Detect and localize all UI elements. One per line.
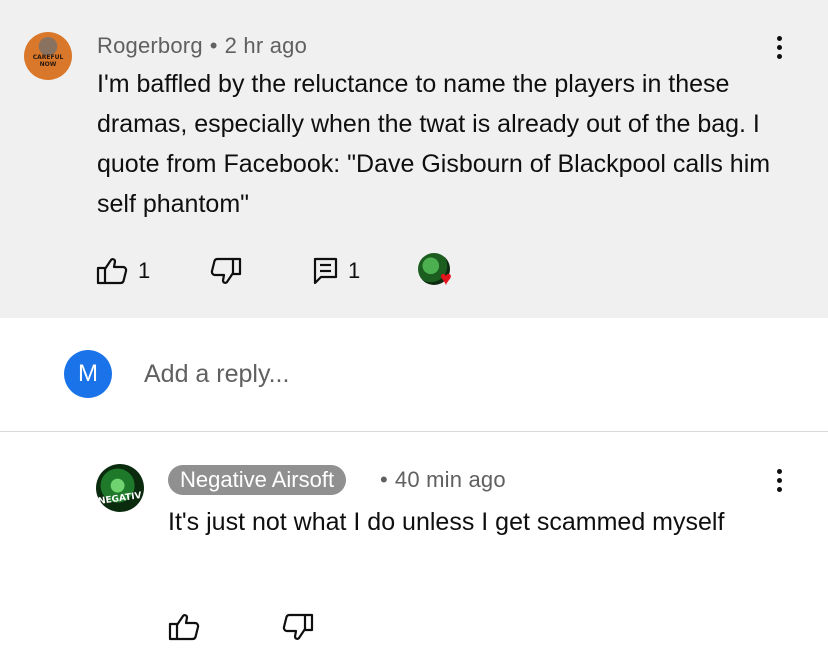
highlighted-comment: CAREFUL NOW Rogerborg • 2 hr ago I'm baffl… (0, 0, 828, 318)
user-avatar: M (64, 350, 112, 398)
comment-text: It's just not what I do unless I get sca… (168, 508, 725, 536)
dislike-button[interactable] (280, 612, 314, 642)
creator-heart-badge: ♥ (418, 253, 460, 291)
thumb-down-icon (208, 256, 242, 286)
avatar[interactable]: NEGATIV (96, 464, 144, 512)
heart-icon: ♥ (440, 268, 452, 290)
replies-button[interactable]: 1 (312, 256, 360, 286)
comment-icon (312, 256, 340, 286)
more-vert-icon[interactable] (777, 469, 783, 496)
avatar[interactable]: CAREFUL NOW (24, 32, 72, 80)
comment-text: I'm baffled by the reluctance to name th… (97, 70, 771, 218)
add-reply-input[interactable] (144, 356, 744, 392)
comment-meta: Rogerborg • 2 hr ago (97, 33, 307, 59)
separator-dot: • (380, 467, 388, 492)
like-button[interactable]: 1 (96, 256, 150, 286)
dislike-button[interactable] (208, 256, 242, 286)
like-count: 1 (138, 258, 151, 283)
thumb-up-icon (168, 612, 202, 642)
comment-meta: • 40 min ago (380, 467, 506, 493)
like-button[interactable] (168, 612, 202, 642)
timestamp[interactable]: 40 min ago (395, 467, 506, 492)
avatar-text: NEGATIV (97, 491, 143, 507)
separator-dot: • (209, 33, 218, 58)
thumb-down-icon (280, 612, 314, 642)
thumb-up-icon (96, 256, 130, 286)
avatar-text: CAREFUL NOW (32, 54, 64, 68)
more-vert-icon[interactable] (777, 36, 783, 63)
author-name[interactable]: Negative Airsoft (168, 465, 347, 495)
timestamp[interactable]: 2 hr ago (225, 33, 307, 58)
reply-count: 1 (348, 258, 361, 283)
author-name[interactable]: Rogerborg (97, 33, 203, 58)
